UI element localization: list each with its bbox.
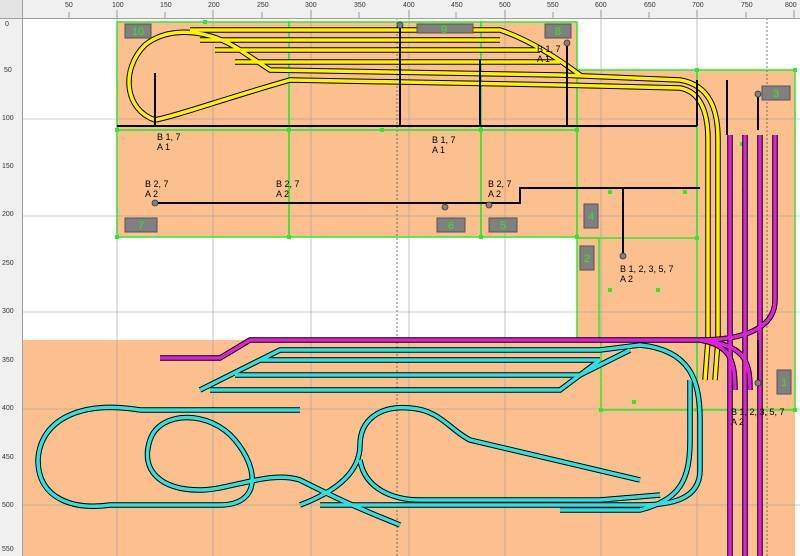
note-b27-a2-right-line2: A 2 [488, 189, 501, 199]
ruler-y-tick: 300 [2, 308, 14, 315]
module-label-2[interactable]: 2 [579, 245, 595, 271]
module-label-4[interactable]: 4 [583, 203, 599, 229]
ruler-y-tick: 550 [2, 546, 14, 553]
module-label-7-text: 7 [138, 220, 144, 232]
ruler-y-tick: 250 [2, 260, 14, 267]
module-label-1-text: 1 [781, 377, 787, 389]
note-b27-a2-left-line2: A 2 [145, 189, 158, 199]
module-label-10-text: 10 [132, 26, 144, 38]
ruler-y-tick: 500 [2, 502, 14, 509]
module-label-5-text: 5 [500, 220, 506, 232]
note-b12357-a2-mid-line2: A 2 [620, 274, 633, 284]
note-b12357-a2-mid-line1: B 1, 2, 3, 5, 7 [620, 264, 674, 274]
module-label-2-text: 2 [584, 253, 590, 265]
module-label-1[interactable]: 1 [776, 369, 792, 395]
note-b17-a1-top-line1: B 1, 7 [537, 44, 561, 54]
note-b17-a1-mid-line1: B 1, 7 [432, 135, 456, 145]
ruler-left[interactable]: 0 50 100 150 200 250 300 350 400 450 500… [0, 18, 23, 556]
ruler-top[interactable]: 50 100 150 200 250 300 350 400 450 500 5… [0, 0, 800, 19]
module-label-8[interactable]: 8 [544, 23, 572, 39]
module-label-9-text: 9 [441, 24, 447, 36]
ruler-top-ticks [68, 10, 795, 18]
module-label-6-text: 6 [448, 220, 454, 232]
note-b12357-a2-low-line1: B 1, 2, 3, 5, 7 [731, 407, 785, 417]
ruler-y-tick: 450 [2, 454, 14, 461]
module-label-10[interactable]: 10 [124, 23, 152, 39]
module-label-5[interactable]: 5 [488, 217, 518, 233]
note-b12357-a2-low-line2: A 2 [731, 417, 744, 427]
ruler-y-tick: 350 [2, 357, 14, 364]
ruler-y-tick: 150 [2, 163, 14, 170]
note-b17-a1-left-line2: A 1 [157, 142, 170, 152]
module-label-6[interactable]: 6 [436, 217, 466, 233]
note-b27-a2-right-line1: B 2, 7 [488, 179, 512, 189]
note-b17-a1-top-line2: A 1 [537, 54, 550, 64]
module-label-3[interactable]: 3 [761, 85, 791, 101]
baseboard-areas [22, 22, 795, 556]
ruler-y-tick: 50 [4, 67, 12, 74]
ruler-y-tick: 0 [5, 21, 9, 28]
module-label-4-text: 4 [588, 211, 594, 223]
note-b17-a1-left-line1: B 1, 7 [157, 132, 181, 142]
ruler-corner [0, 0, 23, 19]
ruler-y-tick: 400 [2, 405, 14, 412]
note-b27-a2-left-line1: B 2, 7 [145, 179, 169, 189]
note-b27-a2-mid-line2: A 2 [276, 189, 289, 199]
note-b27-a2-mid-line1: B 2, 7 [276, 179, 300, 189]
ruler-y-tick: 200 [2, 211, 14, 218]
layout-canvas[interactable]: 10 9 8 3 7 6 5 4 2 1 B 1, 7 A 1 B 1, 7 A… [0, 0, 800, 556]
ruler-y-tick: 100 [2, 115, 14, 122]
module-label-3-text: 3 [773, 88, 779, 100]
module-label-8-text: 8 [555, 26, 561, 38]
note-b17-a1-mid-line2: A 1 [432, 145, 445, 155]
module-label-7[interactable]: 7 [124, 217, 158, 233]
